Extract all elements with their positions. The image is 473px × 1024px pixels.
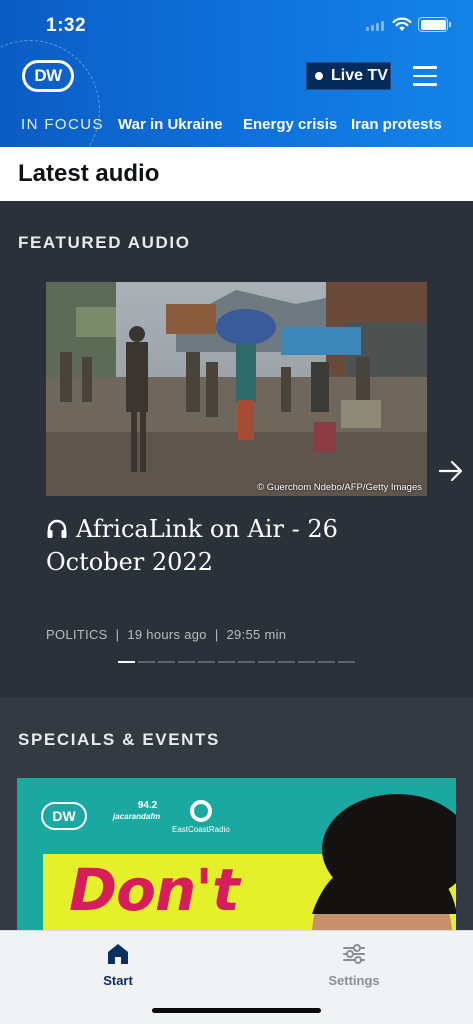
pagination-dot[interactable] bbox=[198, 661, 215, 663]
tab-settings[interactable]: Settings bbox=[294, 941, 414, 988]
headphones-icon bbox=[47, 519, 67, 538]
home-icon bbox=[108, 944, 128, 964]
next-arrow-icon[interactable] bbox=[438, 459, 464, 483]
status-bar: 1:32 bbox=[0, 0, 473, 50]
pagination-dot[interactable] bbox=[338, 661, 355, 663]
pagination-dot[interactable] bbox=[238, 661, 255, 663]
hamburger-menu-icon[interactable] bbox=[413, 66, 437, 86]
cellular-signal-icon bbox=[366, 21, 384, 31]
banner-jacaranda-logo: 94.2 jacarandafm bbox=[113, 800, 161, 821]
featured-section-title: FEATURED AUDIO bbox=[18, 233, 191, 252]
featured-audio-image[interactable]: © Guerchom Ndebo/AFP/Getty Images bbox=[46, 282, 427, 496]
specials-banner[interactable]: DW 94.2 jacarandafm EastCoastRadio Don't bbox=[17, 778, 456, 938]
live-tv-button[interactable]: Live TV bbox=[306, 62, 391, 90]
app-header: 1:32 DW Live TV IN FOCUS War in Ukraine … bbox=[0, 0, 473, 147]
live-tv-label: Live TV bbox=[331, 67, 388, 84]
duration: 29:55 min bbox=[226, 627, 287, 642]
focus-link-war-in-ukraine[interactable]: War in Ukraine bbox=[118, 116, 222, 133]
pagination-dot[interactable] bbox=[298, 661, 315, 663]
pagination-dot[interactable] bbox=[278, 661, 295, 663]
tab-settings-label: Settings bbox=[328, 973, 380, 988]
tab-start-label: Start bbox=[103, 973, 133, 988]
pagination-dot[interactable] bbox=[218, 661, 235, 663]
in-focus-label: IN FOCUS bbox=[21, 116, 104, 133]
pagination-dot[interactable] bbox=[158, 661, 175, 663]
sliders-icon bbox=[343, 944, 365, 964]
featured-title-link[interactable]: AfricaLink on Air - 26 October 2022 bbox=[46, 513, 436, 579]
pagination-dot[interactable] bbox=[138, 661, 155, 663]
pagination-dot[interactable] bbox=[118, 661, 135, 663]
pagination-dot[interactable] bbox=[258, 661, 275, 663]
live-dot-icon bbox=[315, 72, 323, 80]
pagination-dot[interactable] bbox=[178, 661, 195, 663]
tab-start[interactable]: Start bbox=[58, 941, 178, 988]
featured-meta: POLITICS | 19 hours ago | 29:55 min bbox=[46, 627, 287, 642]
category-label: POLITICS bbox=[46, 627, 108, 642]
dw-logo[interactable]: DW bbox=[22, 60, 74, 92]
featured-photo-illustration bbox=[46, 282, 427, 496]
banner-eastcoast-logo: EastCoastRadio bbox=[172, 800, 230, 835]
focus-link-iran-protests[interactable]: Iran protests bbox=[351, 116, 442, 133]
home-indicator[interactable] bbox=[152, 1008, 321, 1013]
page-title: Latest audio bbox=[18, 160, 160, 187]
time-ago: 19 hours ago bbox=[127, 627, 207, 642]
banner-headline: Don't bbox=[69, 856, 240, 924]
battery-icon bbox=[418, 17, 451, 32]
wifi-icon bbox=[392, 17, 412, 31]
focus-link-energy-crisis[interactable]: Energy crisis bbox=[243, 116, 337, 133]
in-focus-bar: IN FOCUS War in Ukraine Energy crisis Ir… bbox=[0, 115, 473, 135]
banner-portrait-illustration bbox=[312, 794, 456, 938]
specials-events-section: SPECIALS & EVENTS DW 94.2 jacarandafm Ea… bbox=[0, 698, 473, 938]
featured-title: AfricaLink on Air - 26 October 2022 bbox=[46, 515, 338, 576]
page-title-bar: Latest audio bbox=[0, 147, 473, 201]
specials-section-title: SPECIALS & EVENTS bbox=[18, 730, 220, 749]
pagination-dot[interactable] bbox=[318, 661, 335, 663]
image-credit: © Guerchom Ndebo/AFP/Getty Images bbox=[257, 482, 422, 493]
banner-dw-logo: DW bbox=[41, 802, 87, 830]
status-time: 1:32 bbox=[46, 15, 87, 36]
featured-audio-section: FEATURED AUDIO © Guerchom Ndebo/AFP/Gett… bbox=[0, 201, 473, 698]
carousel-pagination[interactable] bbox=[118, 661, 355, 663]
